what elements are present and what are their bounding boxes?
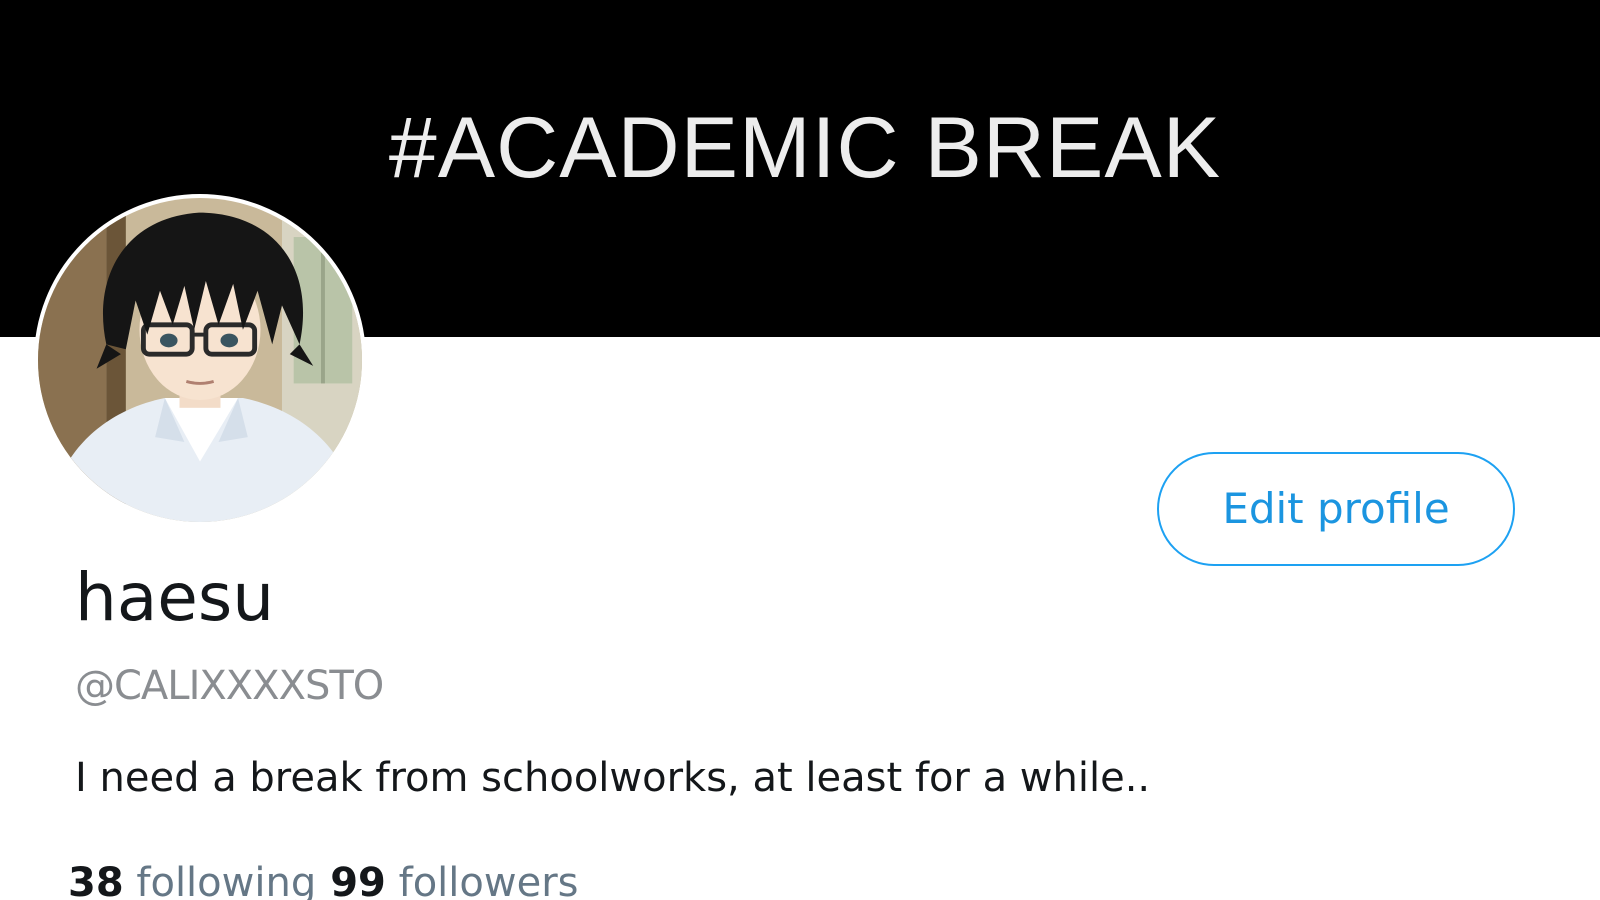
profile-page: #ACADEMIC BREAK Edit profile haesu @CALI… [0, 0, 1600, 900]
following-count: 38 [68, 860, 124, 900]
profile-bio: I need a break from schoolworks, at leas… [75, 755, 1151, 801]
followers-count: 99 [330, 860, 386, 900]
followers-label: followers [398, 860, 579, 900]
followers-link[interactable]: 99 followers [330, 856, 578, 900]
avatar[interactable] [34, 194, 366, 526]
username-handle: @CALIXXXXSTO [75, 663, 384, 709]
banner-text: #ACADEMIC BREAK [388, 100, 1222, 196]
avatar-image [38, 198, 362, 522]
edit-profile-button[interactable]: Edit profile [1157, 452, 1515, 566]
profile-stats: 38 following 99 followers [68, 856, 592, 900]
following-label: following [136, 860, 317, 900]
following-link[interactable]: 38 following [68, 856, 316, 900]
display-name: haesu [75, 559, 275, 636]
